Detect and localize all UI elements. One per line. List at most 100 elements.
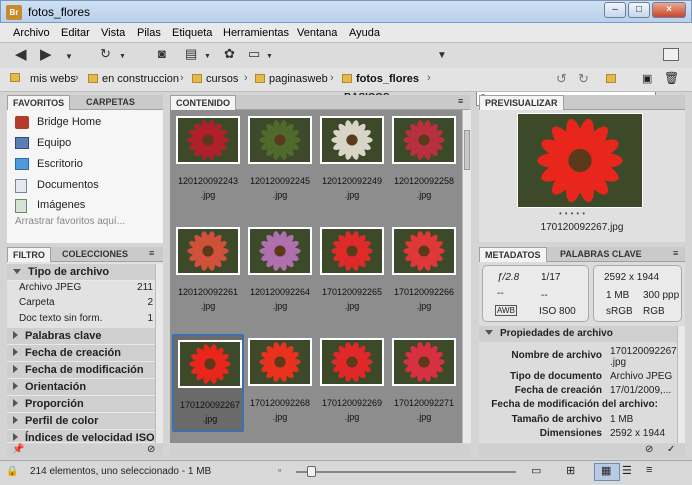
apply-check-icon[interactable]: ✓ <box>667 444 675 455</box>
thumbnail[interactable]: 120120092245 .jpg <box>244 112 316 210</box>
filter-section-date-modified[interactable]: Fecha de modificación <box>7 362 155 379</box>
output-icon[interactable]: ▭ <box>248 47 260 61</box>
thumbnail[interactable]: 120120092243 .jpg <box>172 112 244 210</box>
panel-menu-icon[interactable]: ≡ <box>458 96 463 106</box>
thumbnail-name: 170120092267 <box>179 400 241 410</box>
thumbnail-image <box>248 227 312 275</box>
slider-thumb[interactable] <box>307 466 316 477</box>
open-recent-icon[interactable] <box>606 73 620 85</box>
view-details-icon[interactable]: ☰ <box>622 464 632 477</box>
compact-mode-icon[interactable] <box>663 48 679 61</box>
filter-section-keywords[interactable]: Palabras clave <box>7 328 155 345</box>
rotate-left-icon[interactable]: ↺ <box>556 71 567 87</box>
clear-filter-icon[interactable]: ⊘ <box>147 444 155 455</box>
tab-favoritos[interactable]: FAVORITOS <box>7 95 71 110</box>
favorite-equipo[interactable]: Equipo <box>15 137 71 149</box>
menu-archivo[interactable]: Archivo <box>13 27 50 39</box>
chevron-down-icon[interactable]: ▼ <box>204 50 211 64</box>
favorite-documentos[interactable]: Documentos <box>15 179 99 193</box>
back-arrow-icon[interactable]: ◀ <box>15 47 27 62</box>
filter-row-text[interactable]: Doc texto sin form. 1 <box>19 313 155 324</box>
menu-editar[interactable]: Editar <box>61 27 90 39</box>
filter-row-jpeg[interactable]: Archivo JPEG 211 <box>19 282 155 293</box>
tab-contenido[interactable]: CONTENIDO <box>170 95 236 110</box>
thumbnail[interactable]: 170120092266 .jpg <box>388 223 460 321</box>
menu-ventana[interactable]: Ventana <box>297 27 337 39</box>
favorite-imagenes[interactable]: Imágenes <box>15 199 85 213</box>
thumbnail[interactable]: 170120092268 .jpg <box>244 334 316 432</box>
rotate-right-icon[interactable]: ↻ <box>578 71 589 87</box>
zoom-in-icon[interactable]: ▭ <box>531 464 541 477</box>
tab-metadatos[interactable]: METADATOS <box>479 247 547 262</box>
maximize-button[interactable]: □ <box>628 2 650 18</box>
menu-etiqueta[interactable]: Etiqueta <box>172 27 212 39</box>
grid-lock-icon[interactable]: ⊞ <box>566 464 575 477</box>
filter-section-iso[interactable]: Índices de velocidad ISO <box>7 430 155 443</box>
breadcrumb-current[interactable]: fotos_flores <box>342 73 419 85</box>
chevron-right-icon: › <box>427 72 431 84</box>
thumbnail-image <box>392 338 456 386</box>
filter-section-aspect[interactable]: Proporción <box>7 396 155 413</box>
favorite-escritorio[interactable]: Escritorio <box>15 158 83 170</box>
scroll-thumb[interactable] <box>464 130 470 170</box>
menu-vista[interactable]: Vista <box>101 27 125 39</box>
breadcrumb-item[interactable]: mis webs <box>30 73 76 85</box>
workspace-dropdown-icon[interactable]: ▼ <box>437 49 447 63</box>
view-thumbnails-button[interactable]: ▦ <box>594 463 620 481</box>
chevron-down-icon[interactable]: ▼ <box>266 50 273 64</box>
breadcrumb-item[interactable]: paginasweb <box>255 73 328 85</box>
filter-section-date-created[interactable]: Fecha de creación <box>7 345 155 362</box>
menu-pilas[interactable]: Pilas <box>137 27 161 39</box>
preview-panel: ••••• 170120092267.jpg <box>479 110 685 242</box>
filter-section-color-profile[interactable]: Perfil de color <box>7 413 155 430</box>
chevron-right-icon: › <box>244 72 248 84</box>
chevron-right-icon: › <box>75 72 79 84</box>
close-button[interactable]: × <box>652 2 686 18</box>
menu-herramientas[interactable]: Herramientas <box>223 27 289 39</box>
minimize-button[interactable]: – <box>604 2 626 18</box>
tab-filtro[interactable]: FILTRO <box>7 247 51 262</box>
camera-icon[interactable]: ◙ <box>158 47 166 61</box>
thumbnail[interactable]: 120120092261 .jpg <box>172 223 244 321</box>
filter-section-orientation[interactable]: Orientación <box>7 379 155 396</box>
new-folder-icon[interactable]: ▣ <box>642 72 652 85</box>
zoom-out-icon[interactable]: ▫ <box>278 465 281 475</box>
prop-label: Tipo de documento <box>509 371 602 382</box>
breadcrumb-item[interactable]: en construccion <box>88 73 179 85</box>
lock-icon[interactable]: 🔒 <box>6 466 18 477</box>
panel-menu-icon[interactable]: ≡ <box>149 248 154 258</box>
filter-row-carpeta[interactable]: Carpeta 2 <box>19 297 155 308</box>
filter-scrollbar[interactable] <box>155 264 163 443</box>
cancel-icon[interactable]: ⊘ <box>645 444 653 455</box>
thumbnail[interactable]: 120120092258 .jpg <box>388 112 460 210</box>
content-scrollbar[interactable] <box>462 110 471 443</box>
thumbnail[interactable]: 170120092265 .jpg <box>316 223 388 321</box>
tab-carpetas[interactable]: CARPETAS <box>81 95 140 110</box>
tab-colecciones[interactable]: COLECCIONES <box>57 247 133 262</box>
view-list-icon[interactable]: ≡ <box>646 464 652 476</box>
thumbnail-selected[interactable]: 170120092267 .jpg <box>172 334 244 432</box>
filter-section-file-type[interactable]: Tipo de archivo <box>7 264 155 281</box>
thumbnail[interactable]: 170120092271 .jpg <box>388 334 460 432</box>
thumbnail[interactable]: 120120092264 .jpg <box>244 223 316 321</box>
chevron-down-icon[interactable]: ▼ <box>119 50 126 64</box>
chevron-down-icon[interactable]: ▼ <box>65 50 73 64</box>
thumbnail[interactable]: 120120092249 .jpg <box>316 112 388 210</box>
panel-menu-icon[interactable]: ≡ <box>673 248 678 258</box>
menu-ayuda[interactable]: Ayuda <box>349 27 380 39</box>
forward-arrow-icon[interactable]: ▶ <box>40 47 52 62</box>
trash-icon[interactable]: 🗑 <box>664 71 679 85</box>
metadata-section-file-props[interactable]: Propiedades de archivo <box>479 326 677 342</box>
recent-folders-icon[interactable]: ↻ <box>100 47 111 61</box>
tab-palabras-clave[interactable]: PALABRAS CLAVE <box>555 247 647 262</box>
favorite-bridge-home[interactable]: Bridge Home <box>15 116 101 129</box>
rotate-icon[interactable]: ✿ <box>224 47 235 61</box>
tab-previsualizar[interactable]: PREVISUALIZAR <box>479 95 564 110</box>
metadata-scrollbar[interactable] <box>677 326 685 443</box>
thumbnail-size-slider[interactable] <box>296 471 516 473</box>
refine-icon[interactable]: ▤ <box>185 47 197 61</box>
breadcrumb-item[interactable]: cursos <box>192 73 238 85</box>
thumbnail[interactable]: 170120092269 .jpg <box>316 334 388 432</box>
favorite-label: Documentos <box>37 179 99 191</box>
pin-icon[interactable]: 📌 <box>12 444 24 455</box>
